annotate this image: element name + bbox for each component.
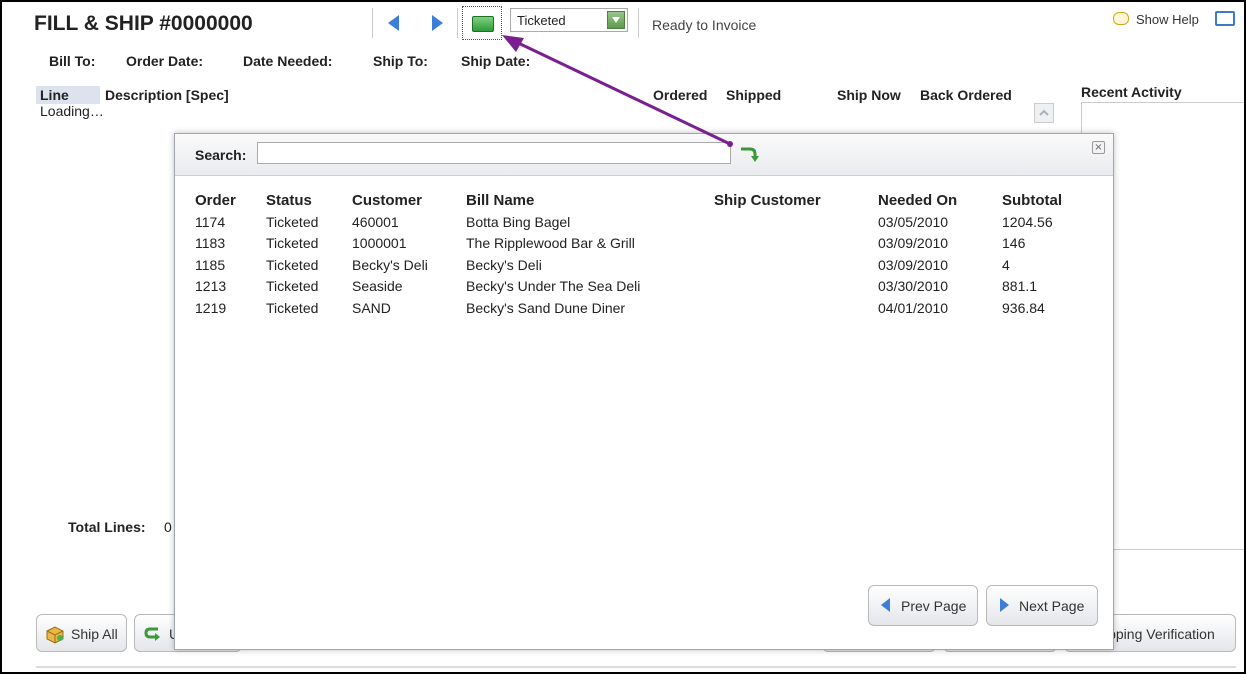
annotation-arrow xyxy=(502,35,733,147)
app-window: FILL & SHIP #0000000 Ticketed Ready to I… xyxy=(0,0,1246,674)
